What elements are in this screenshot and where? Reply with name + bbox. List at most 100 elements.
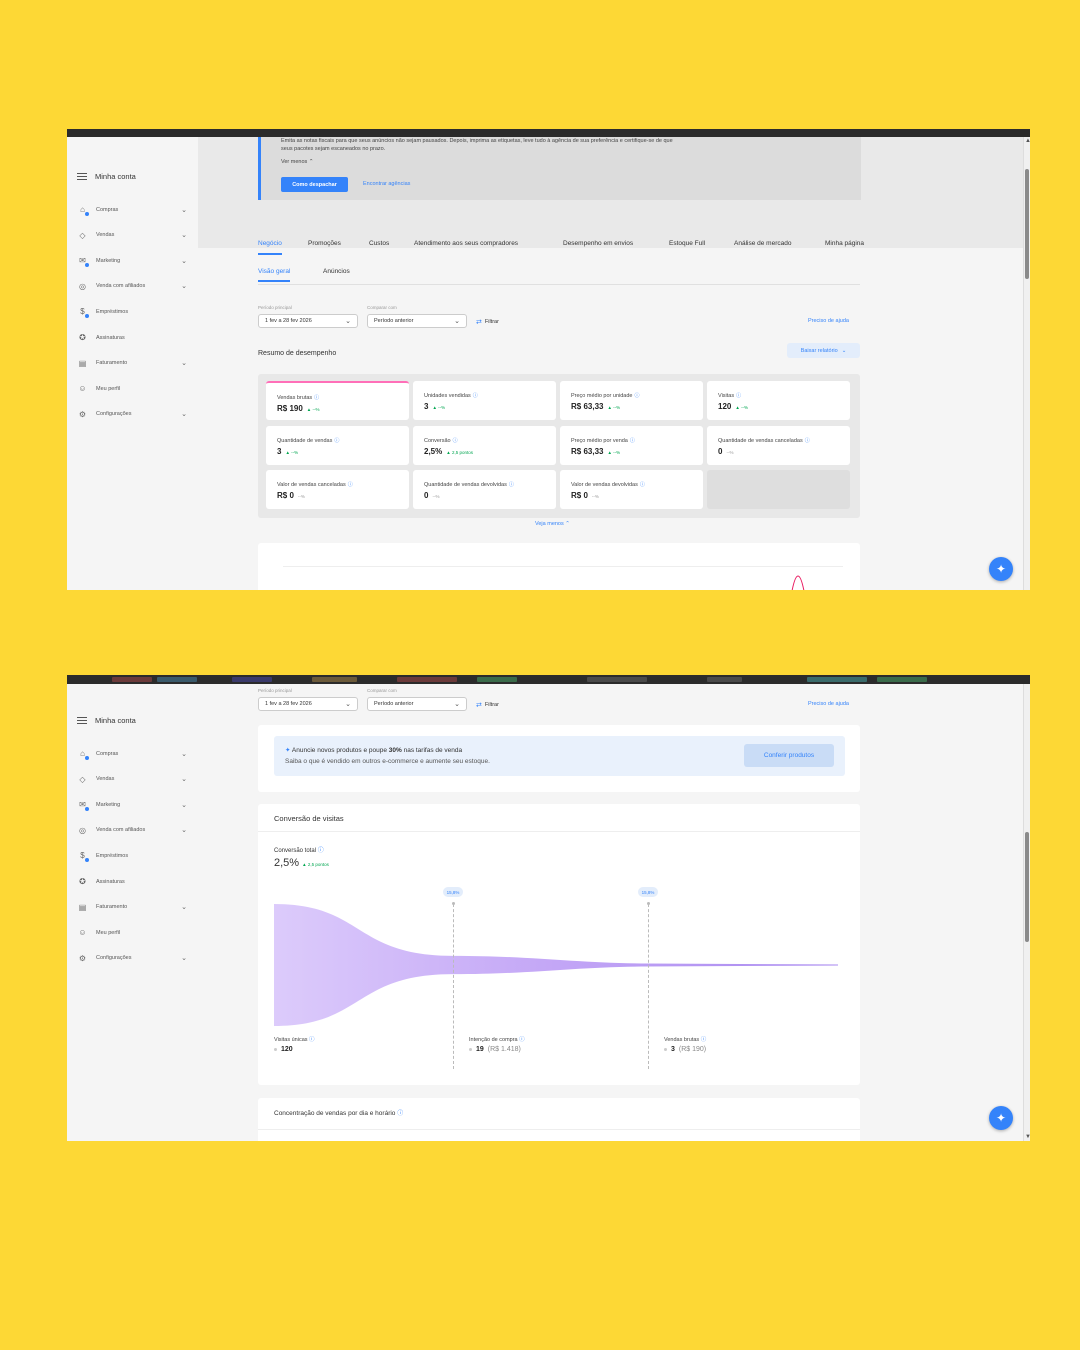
- help-icon[interactable]: ⓘ: [518, 1037, 525, 1043]
- kpi-card[interactable]: Preço médio por venda ⓘ R$ 63,33 ▲ --%: [560, 426, 703, 465]
- sidebar-header[interactable]: Minha conta: [77, 716, 136, 725]
- sidebar-item[interactable]: ⌂ Compras ⌄: [77, 204, 187, 216]
- help-icon[interactable]: ⓘ: [699, 1037, 707, 1043]
- help-icon[interactable]: ⓘ: [308, 1037, 315, 1043]
- period-select[interactable]: 1 fev a 28 fev 2026 ⌄: [258, 697, 358, 711]
- chevron-down-icon[interactable]: ⌄: [181, 801, 187, 809]
- scroll-thumb[interactable]: [1025, 832, 1029, 942]
- scroll-thumb[interactable]: [1025, 169, 1029, 279]
- chevron-down-icon[interactable]: ⌄: [181, 903, 187, 911]
- chevron-down-icon[interactable]: ⌄: [181, 359, 187, 367]
- kpi-card[interactable]: Quantidade de vendas devolvidas ⓘ 0 --%: [413, 470, 556, 509]
- scrollbar[interactable]: ▲: [1023, 137, 1030, 590]
- bookmark-item[interactable]: [807, 677, 867, 682]
- tab-7[interactable]: Minha página: [825, 240, 864, 247]
- sidebar-item[interactable]: ◎ Venda com afiliados ⌄: [77, 825, 187, 836]
- compare-select[interactable]: Período anterior ⌄: [367, 314, 467, 328]
- sidebar-item[interactable]: ☺ Meu perfil: [77, 927, 187, 938]
- scroll-up-icon[interactable]: ▲: [1025, 138, 1030, 144]
- chevron-down-icon[interactable]: ⌄: [181, 750, 187, 758]
- bookmark-item[interactable]: [232, 677, 272, 682]
- sidebar-item[interactable]: $ Empréstimos: [77, 850, 187, 863]
- tab-4[interactable]: Desempenho em envios: [563, 240, 633, 247]
- find-agencies-link[interactable]: Encontrar agências: [363, 181, 410, 187]
- chevron-down-icon[interactable]: ⌄: [181, 826, 187, 834]
- chevron-down-icon[interactable]: ⌄: [181, 231, 187, 239]
- how-to-ship-button[interactable]: Como despachar: [281, 177, 348, 192]
- help-icon[interactable]: ⓘ: [473, 393, 478, 399]
- sidebar-header[interactable]: Minha conta: [77, 172, 136, 181]
- help-link[interactable]: Preciso de ajuda: [808, 318, 849, 324]
- help-icon[interactable]: ⓘ: [630, 438, 635, 444]
- chevron-down-icon[interactable]: ⌄: [181, 954, 187, 962]
- bookmark-item[interactable]: [877, 677, 927, 682]
- subtab-1[interactable]: Anúncios: [323, 268, 350, 275]
- sidebar-item[interactable]: ⚙ Configurações ⌄: [77, 409, 187, 420]
- chevron-down-icon[interactable]: ⌄: [181, 206, 187, 214]
- tab-2[interactable]: Custos: [369, 240, 389, 247]
- sidebar-item[interactable]: ▤ Faturamento ⌄: [77, 358, 187, 369]
- kpi-card[interactable]: Visitas ⓘ 120 ▲ --%: [707, 381, 850, 420]
- chevron-down-icon[interactable]: ⌄: [181, 257, 187, 265]
- bookmark-item[interactable]: [587, 677, 647, 682]
- tab-0[interactable]: Negócio: [258, 240, 282, 255]
- bookmark-item[interactable]: [707, 677, 742, 682]
- chevron-down-icon[interactable]: ⌄: [181, 410, 187, 418]
- scroll-down-icon[interactable]: ▼: [1025, 1134, 1030, 1140]
- sidebar-item[interactable]: ⌂ Compras ⌄: [77, 748, 187, 760]
- check-products-button[interactable]: Conferir produtos: [744, 744, 834, 767]
- download-report-button[interactable]: Baixar relatório ⌄: [787, 343, 860, 358]
- bookmark-item[interactable]: [397, 677, 457, 682]
- sidebar-item[interactable]: ◇ Vendas ⌄: [77, 230, 187, 241]
- kpi-card[interactable]: Valor de vendas devolvidas ⓘ R$ 0 --%: [560, 470, 703, 509]
- bookmark-item[interactable]: [157, 677, 197, 682]
- sidebar-item[interactable]: ▤ Faturamento ⌄: [77, 902, 187, 913]
- kpi-card[interactable]: Quantidade de vendas canceladas ⓘ 0 --%: [707, 426, 850, 465]
- tab-6[interactable]: Análise de mercado: [734, 240, 791, 247]
- filter-button[interactable]: ⇄ Filtrar: [476, 701, 499, 709]
- help-icon[interactable]: ⓘ: [397, 1111, 403, 1117]
- help-icon[interactable]: ⓘ: [314, 395, 319, 401]
- help-icon[interactable]: ⓘ: [640, 482, 645, 488]
- menu-icon[interactable]: [77, 717, 87, 724]
- subtab-0[interactable]: Visão geral: [258, 268, 291, 282]
- help-link[interactable]: Preciso de ajuda: [808, 701, 849, 707]
- sidebar-item[interactable]: ✪ Assinaturas: [77, 876, 187, 887]
- sidebar-item[interactable]: ✪ Assinaturas: [77, 332, 187, 343]
- period-select[interactable]: 1 fev a 28 fev 2026 ⌄: [258, 314, 358, 328]
- sidebar-item[interactable]: ⚙ Configurações ⌄: [77, 953, 187, 964]
- notice-see-less[interactable]: Ver menos ⌃: [281, 158, 313, 166]
- filter-button[interactable]: ⇄ Filtrar: [476, 318, 499, 326]
- help-icon[interactable]: ⓘ: [334, 438, 339, 444]
- kpi-card[interactable]: Quantidade de vendas ⓘ 3 ▲ --%: [266, 426, 409, 465]
- tab-3[interactable]: Atendimento aos seus compradores: [414, 240, 518, 247]
- assistant-sparkle-button[interactable]: ✦: [989, 557, 1013, 581]
- menu-icon[interactable]: [77, 173, 87, 180]
- help-icon[interactable]: ⓘ: [736, 393, 741, 399]
- help-icon[interactable]: ⓘ: [805, 438, 810, 444]
- kpi-card[interactable]: Preço médio por unidade ⓘ R$ 63,33 ▲ --%: [560, 381, 703, 420]
- sidebar-item[interactable]: ✉ Marketing ⌄: [77, 799, 187, 812]
- kpi-card[interactable]: Valor de vendas canceladas ⓘ R$ 0 --%: [266, 470, 409, 509]
- see-less-link[interactable]: Veja menos ⌃: [535, 521, 570, 527]
- tab-1[interactable]: Promoções: [308, 240, 341, 247]
- help-icon[interactable]: ⓘ: [509, 482, 514, 488]
- sidebar-item[interactable]: $ Empréstimos: [77, 306, 187, 319]
- sidebar-item[interactable]: ✉ Marketing ⌄: [77, 255, 187, 268]
- compare-select[interactable]: Período anterior ⌄: [367, 697, 467, 711]
- tab-5[interactable]: Estoque Full: [669, 240, 705, 247]
- assistant-sparkle-button[interactable]: ✦: [989, 1106, 1013, 1130]
- sidebar-item[interactable]: ◎ Venda com afiliados ⌄: [77, 281, 187, 292]
- sidebar-item[interactable]: ☺ Meu perfil: [77, 383, 187, 394]
- chevron-down-icon[interactable]: ⌄: [181, 775, 187, 783]
- scrollbar[interactable]: ▼: [1023, 684, 1030, 1141]
- kpi-card[interactable]: Conversão ⓘ 2,5% ▲ 2,5 pontos: [413, 426, 556, 465]
- help-icon[interactable]: ⓘ: [634, 393, 639, 399]
- bookmark-item[interactable]: [312, 677, 357, 682]
- bookmark-item[interactable]: [112, 677, 152, 682]
- help-icon[interactable]: ⓘ: [348, 482, 353, 488]
- chevron-down-icon[interactable]: ⌄: [181, 282, 187, 290]
- kpi-card[interactable]: Unidades vendidas ⓘ 3 ▲ --%: [413, 381, 556, 420]
- help-icon[interactable]: ⓘ: [453, 438, 458, 444]
- bookmark-item[interactable]: [477, 677, 517, 682]
